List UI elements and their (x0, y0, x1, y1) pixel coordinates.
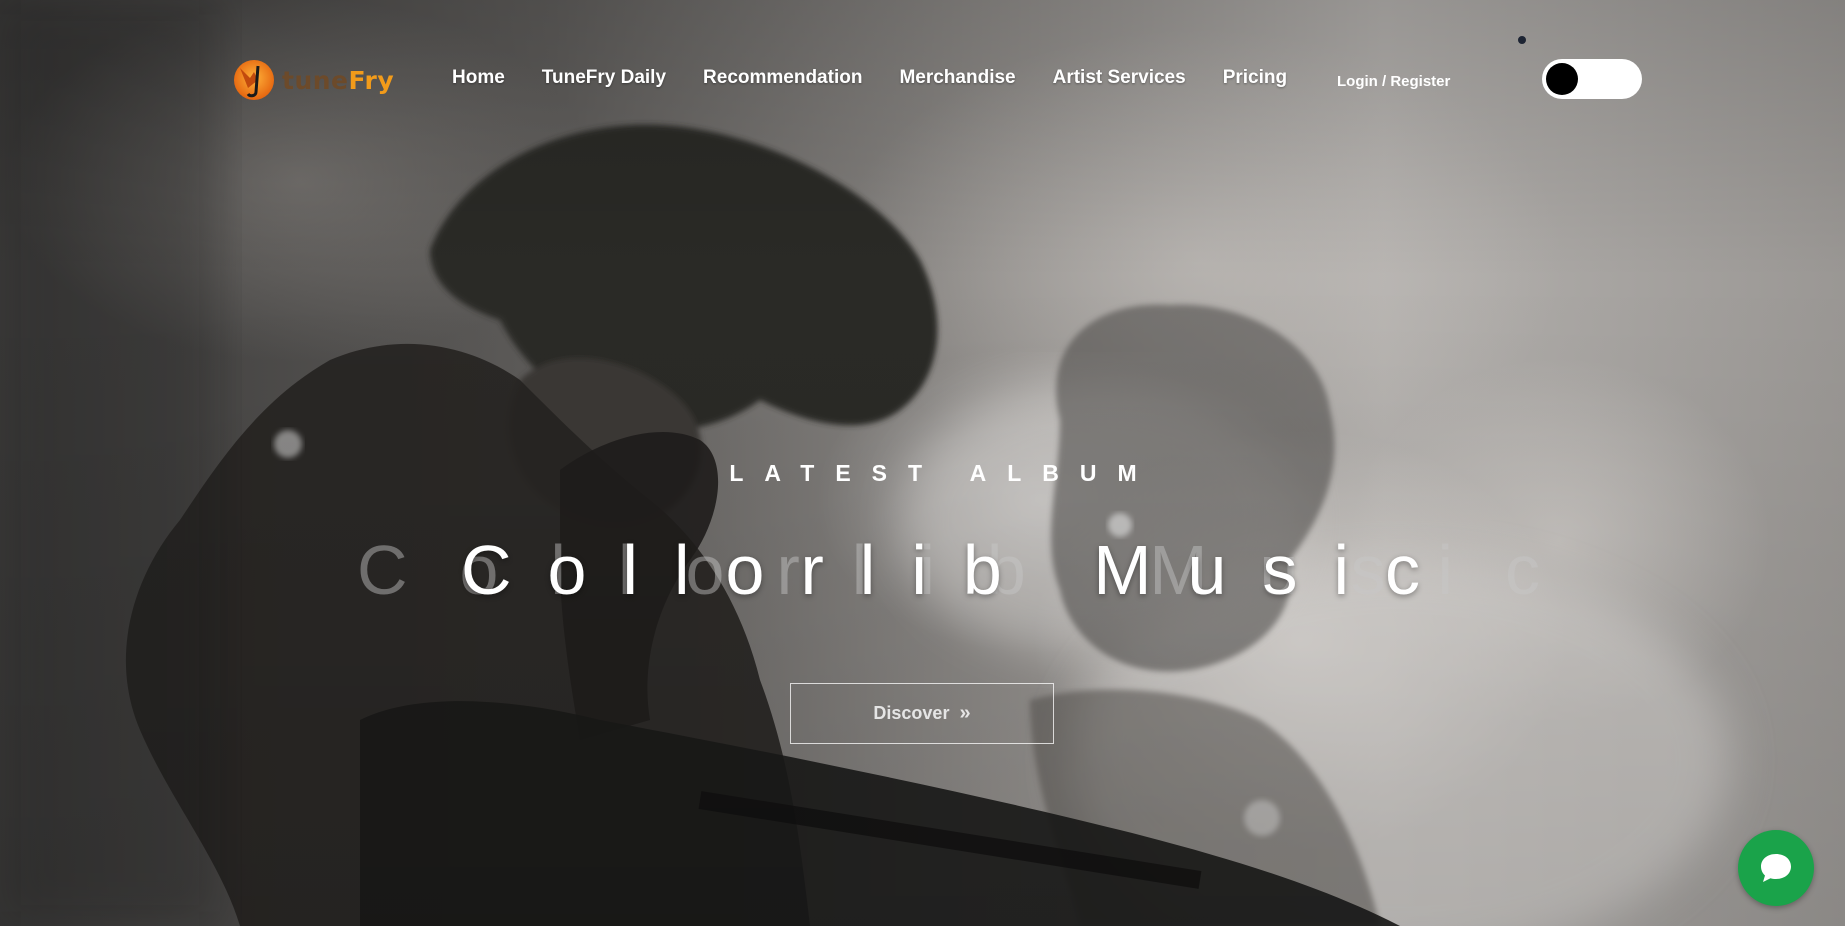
hero-title: Collorlib Music (460, 531, 1457, 609)
hero-banner: tuneFry Home TuneFry Daily Recommendatio… (0, 0, 1845, 926)
tunefry-logo-icon (234, 60, 274, 100)
brand-logo[interactable]: tuneFry (232, 58, 394, 102)
main-menu: Home TuneFry Daily Recommendation Mercha… (452, 67, 1324, 89)
notification-dot (1518, 36, 1526, 44)
nav-item-pricing[interactable]: Pricing (1223, 67, 1287, 89)
nav-item-home[interactable]: Home (452, 67, 505, 89)
hero-title-wrap: Collorlib Music Collorlib Music (0, 525, 1845, 625)
login-register-link[interactable]: Login / Register (1337, 73, 1450, 90)
chat-bubble-icon (1761, 854, 1791, 882)
toggle-knob (1546, 63, 1578, 95)
hero-eyebrow: LATEST ALBUM (729, 460, 1158, 486)
nav-item-merchandise[interactable]: Merchandise (899, 67, 1015, 89)
discover-label: Discover (873, 703, 950, 723)
nav-item-tunefry-daily[interactable]: TuneFry Daily (542, 67, 666, 89)
discover-button[interactable]: Discover » (790, 683, 1054, 744)
brand-wordmark: tuneFry (282, 65, 395, 95)
nav-item-artist-services[interactable]: Artist Services (1053, 67, 1186, 89)
top-navigation: tuneFry Home TuneFry Daily Recommendatio… (0, 0, 1845, 160)
chat-launcher-button[interactable] (1738, 830, 1814, 906)
double-chevron-right-icon: » (959, 702, 971, 724)
theme-toggle[interactable] (1542, 59, 1642, 99)
nav-item-recommendation[interactable]: Recommendation (703, 67, 862, 89)
